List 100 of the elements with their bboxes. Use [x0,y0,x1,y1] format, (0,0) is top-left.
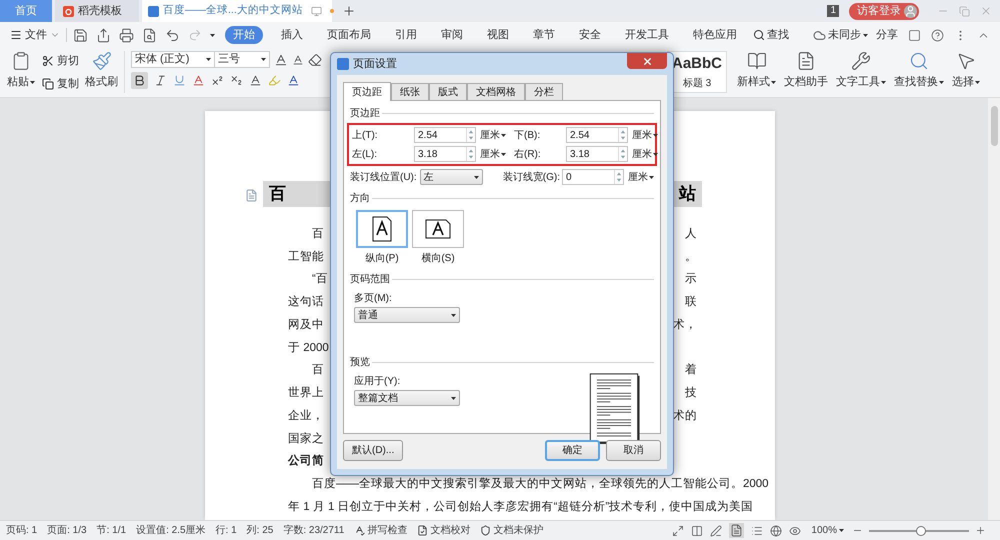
preview-icon[interactable] [142,28,157,42]
eraser-icon[interactable] [308,52,322,66]
dropdown-select[interactable]: 左 [420,169,483,185]
cloud-icon [813,28,826,42]
new-tab-icon[interactable] [342,4,356,18]
font-select[interactable]: 宋体 (正文) [131,51,215,68]
document-tab[interactable]: 百度——全球...大的中文网站 [142,0,332,22]
zoom-in-icon[interactable] [975,525,986,536]
spinner-icon[interactable] [614,170,623,184]
reading-view-icon[interactable] [691,524,704,536]
ribbon-tab[interactable]: 审阅 [433,26,471,44]
status-text: 列: 25 [246,524,274,538]
ribbon-tab[interactable]: 视图 [479,26,517,44]
login-button[interactable]: 访客登录 [849,2,919,20]
scroll-thumb[interactable] [990,106,998,146]
pen-icon[interactable] [710,524,722,536]
spinner-icon[interactable] [618,128,627,142]
unit-select[interactable]: 厘米 [632,128,658,142]
help-icon[interactable] [931,28,944,42]
sync-button[interactable]: 未同步 [813,26,868,44]
export-icon[interactable] [96,28,111,42]
web-view-icon[interactable] [770,524,782,536]
status-text: 节: 1/1 [96,524,126,538]
eye-icon[interactable] [789,524,802,536]
copy-button[interactable]: 复制 [42,76,79,92]
font-color-icon[interactable] [287,74,300,87]
ribbon-tab[interactable]: 安全 [571,26,609,44]
caret-icon [501,134,506,136]
dialog-button[interactable]: 取消 [606,440,661,461]
ribbon-tab[interactable]: 章节 [525,26,563,44]
dialog-tab[interactable]: 分栏 [525,83,563,100]
save-icon[interactable] [73,28,88,42]
number-field[interactable]: 3.18 [566,146,628,162]
style-name[interactable]: 标题 3 [682,76,712,91]
spinner-icon[interactable] [466,128,475,142]
monitor-icon[interactable] [310,6,322,16]
bold-icon[interactable] [131,72,148,89]
dialog-tab[interactable]: 页边距 [343,82,391,101]
ribbon-tool-button[interactable]: 文档助手 [784,51,828,90]
file-menu[interactable]: 文件 [10,26,60,44]
print-icon[interactable] [119,28,134,42]
caret-icon [653,152,658,156]
frame-icon[interactable] [908,28,921,42]
paste-button[interactable]: 粘贴 [4,51,38,90]
underline-icon[interactable] [173,74,186,87]
unit-select[interactable]: 厘米 [480,146,506,162]
spinner-icon[interactable] [618,147,627,161]
status-tool-button[interactable]: 拼写检查 [354,523,408,538]
unit-select[interactable]: 厘米 [628,170,654,184]
dropdown-select[interactable]: 普通 [354,307,460,323]
ribbon-tab[interactable]: 开发工具 [617,26,677,44]
undo-icon[interactable] [165,28,180,42]
section-heading: 页码范围 [350,272,390,287]
search-button[interactable]: 查找 [753,26,789,44]
superscript-icon[interactable] [211,74,224,87]
italic-icon[interactable] [154,74,167,87]
unit-select[interactable]: 厘米 [480,128,506,142]
dialog-button[interactable]: 确定 [545,440,600,461]
ribbon-tool-button[interactable]: 查找替换 [894,51,944,90]
zoom-level[interactable]: 100% [811,523,844,538]
status-tool-button[interactable]: 文档校对 [417,523,470,538]
ribbon-tool-button[interactable]: 文字工具 [836,51,886,90]
ribbon-tab[interactable]: 页面布局 [319,26,379,44]
field-label: 多页(M): [354,292,392,306]
ribbon-tab[interactable]: 引用 [387,26,425,44]
ribbon-tool-button[interactable]: 选择 [952,51,980,90]
fullscreen-icon[interactable] [672,524,684,536]
ribbon-tab[interactable]: 插入 [273,26,311,44]
template-tab[interactable]: 稻壳模板 [55,0,139,22]
dropdown-select[interactable]: 整篇文档 [354,390,460,406]
spinner-icon[interactable] [466,147,475,161]
subscript-icon[interactable] [230,74,243,87]
ribbon-tab[interactable]: 开始 [225,26,263,44]
number-field[interactable]: 0 [562,169,624,185]
font-size-select[interactable]: 三号 [214,51,270,68]
heading-text: 站 [679,183,696,206]
status-tool-button[interactable]: 文档未保护 [480,523,544,538]
dialog-button[interactable]: 默认(D)... [343,440,404,461]
ribbon-tool-button[interactable]: 新样式 [737,51,776,90]
caret-icon [206,58,211,61]
dialog-tab[interactable]: 文档网格 [467,83,525,100]
share-button[interactable]: 分享 [876,26,898,44]
cut-button[interactable]: 剪切 [42,53,79,70]
format-painter-button[interactable]: 格式刷 [85,51,118,90]
dialog-tab[interactable]: 版式 [429,83,467,100]
heading-text: 百 [269,183,286,206]
number-field[interactable]: 2.54 [414,127,476,143]
ribbon-tab[interactable]: 特色应用 [685,26,745,44]
page-view-icon[interactable] [729,523,744,538]
notification-badge[interactable]: 1 [827,5,839,17]
style-preview[interactable]: AaBbC [672,53,722,76]
dialog-tab[interactable]: 纸张 [391,83,429,100]
scrollbar[interactable] [988,98,1000,520]
close-button[interactable] [627,53,667,69]
number-field[interactable]: 3.18 [414,146,476,162]
document-text: 百 [311,363,324,378]
slider-thumb[interactable] [916,526,926,536]
unit-select[interactable]: 厘米 [632,146,658,162]
number-field[interactable]: 2.54 [566,127,628,143]
caret-icon [863,34,868,36]
